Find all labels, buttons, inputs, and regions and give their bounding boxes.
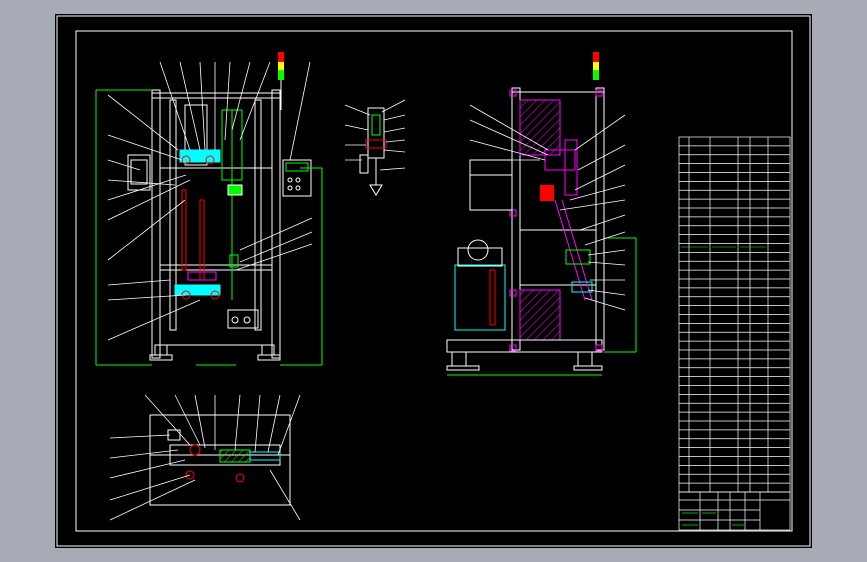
sheet bbox=[55, 14, 812, 548]
cad-viewport bbox=[0, 0, 867, 562]
parts-list bbox=[678, 136, 791, 493]
cad-drawing bbox=[55, 14, 812, 548]
